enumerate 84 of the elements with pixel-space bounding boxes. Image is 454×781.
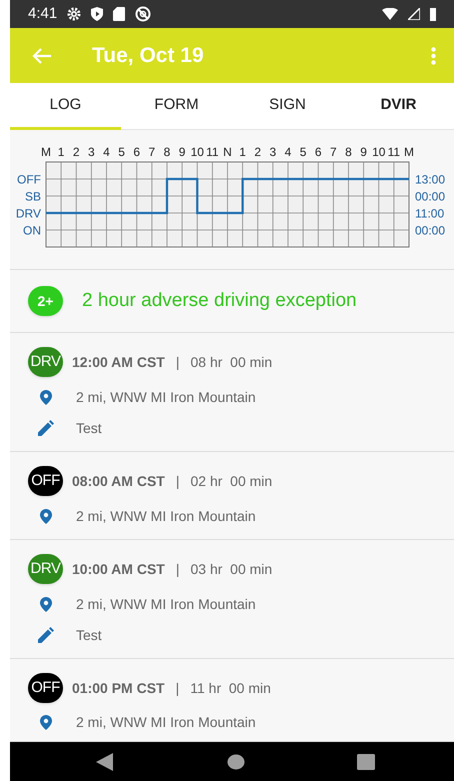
separator-text: | (176, 678, 180, 698)
tab[interactable]: SIGN (232, 83, 343, 130)
screen-title: Tue, Oct 19 (92, 42, 205, 69)
entry-time: 12:00 AM CST (72, 352, 165, 372)
separator-text: | (176, 352, 180, 372)
hour-label: 10 (190, 145, 204, 159)
hour-label: 4 (103, 145, 110, 159)
home-icon[interactable] (227, 752, 245, 770)
entry-location: 2 mi, WNW MI Iron Mountain (76, 594, 256, 614)
hour-label: 4 (284, 145, 292, 159)
entry-location: 2 mi, WNW MI Iron Mountain (76, 713, 256, 732)
hour-label: 9 (360, 145, 367, 159)
hour-label: 9 (178, 145, 186, 159)
hour-label: 3 (88, 145, 95, 159)
pencil-icon (38, 627, 54, 643)
exception-text: 2 hour adverse driving exception (82, 288, 357, 313)
hour-label: 7 (330, 145, 337, 159)
hour-label: N (223, 145, 232, 159)
entry-duration: 08 hr 00 min (190, 352, 272, 372)
separator-text: | (176, 560, 180, 579)
hour-label: 11 (206, 145, 219, 159)
hour-label: 6 (314, 145, 322, 159)
log-entry[interactable]: DRV 12:00 AM CST | 08 hr 00 min 2 mi, WNW MI Iron Mountain Test (10, 333, 454, 452)
status-total: 00:00 (415, 190, 446, 204)
entry-time: 01:00 PM CST (72, 678, 165, 698)
location-pin-icon (40, 715, 52, 730)
status-label: DRV (16, 206, 41, 220)
hour-label: 1 (58, 145, 64, 159)
hour-label: 2 (254, 145, 262, 159)
status-total: 11:00 (415, 206, 444, 220)
sd-card-icon (113, 7, 126, 21)
hour-label: 8 (164, 145, 170, 159)
status-badge: OFF (28, 466, 63, 496)
status-badge: DRV (28, 347, 63, 377)
location-pin-icon (40, 596, 52, 612)
entry-note: Test (76, 626, 102, 644)
status-time: 4:41 (28, 4, 58, 24)
hour-label: 10 (372, 145, 386, 159)
hour-label: 11 (388, 145, 400, 159)
log-entry[interactable]: OFF 08:00 AM CST | 02 hr 00 min 2 mi, WNW MI Iron Mountain (10, 452, 454, 540)
exception-badge: 2+ (28, 286, 63, 316)
hour-label: 7 (148, 145, 156, 159)
status-total: 00:00 (415, 224, 446, 238)
more-icon (430, 46, 436, 64)
status-label: SB (24, 190, 41, 204)
recents-icon[interactable] (357, 754, 375, 770)
location-pin-icon (40, 508, 52, 524)
hour-label: 8 (345, 145, 352, 159)
pencil-icon (38, 420, 54, 436)
signal-icon (408, 8, 420, 20)
wifi-icon (382, 8, 398, 20)
hour-label: 1 (239, 145, 246, 159)
entry-location: 2 mi, WNW MI Iron Mountain (76, 388, 256, 406)
location-pin-icon (40, 390, 52, 404)
battery-icon (430, 7, 436, 21)
back-arrow-icon (32, 48, 52, 64)
entry-note: Test (76, 418, 102, 438)
entry-location: 2 mi, WNW MI Iron Mountain (76, 506, 256, 526)
tab[interactable]: DVIR (343, 83, 454, 130)
entry-duration: 03 hr 00 min (190, 560, 272, 578)
hour-label: M (41, 145, 51, 159)
gear-icon (67, 7, 82, 21)
hour-label: 6 (133, 145, 140, 159)
hour-label: M (404, 145, 414, 159)
hour-label: 2 (72, 145, 80, 159)
data-saver-icon (135, 6, 152, 22)
hour-label: 3 (270, 145, 276, 159)
status-label: ON (23, 224, 41, 238)
entry-duration: 02 hr 00 min (190, 472, 272, 490)
hour-label: 5 (300, 145, 306, 159)
tab[interactable]: FORM (121, 83, 232, 130)
status-label: OFF (17, 172, 41, 186)
entry-duration: 11 hr 00 min (190, 678, 271, 698)
shield-icon (91, 7, 104, 21)
status-badge: OFF (28, 673, 63, 703)
separator-text: | (176, 472, 180, 491)
entry-time: 08:00 AM CST (72, 472, 165, 490)
tab[interactable]: LOG (10, 83, 121, 130)
log-entry[interactable]: DRV 10:00 AM CST | 03 hr 00 min 2 mi, WNW MI Iron Mountain Test (10, 540, 454, 659)
status-badge: DRV (28, 554, 63, 584)
hour-label: 5 (118, 145, 125, 159)
entry-time: 10:00 AM CST (72, 560, 165, 578)
back-icon[interactable] (96, 752, 114, 770)
status-total: 13:00 (415, 172, 446, 186)
